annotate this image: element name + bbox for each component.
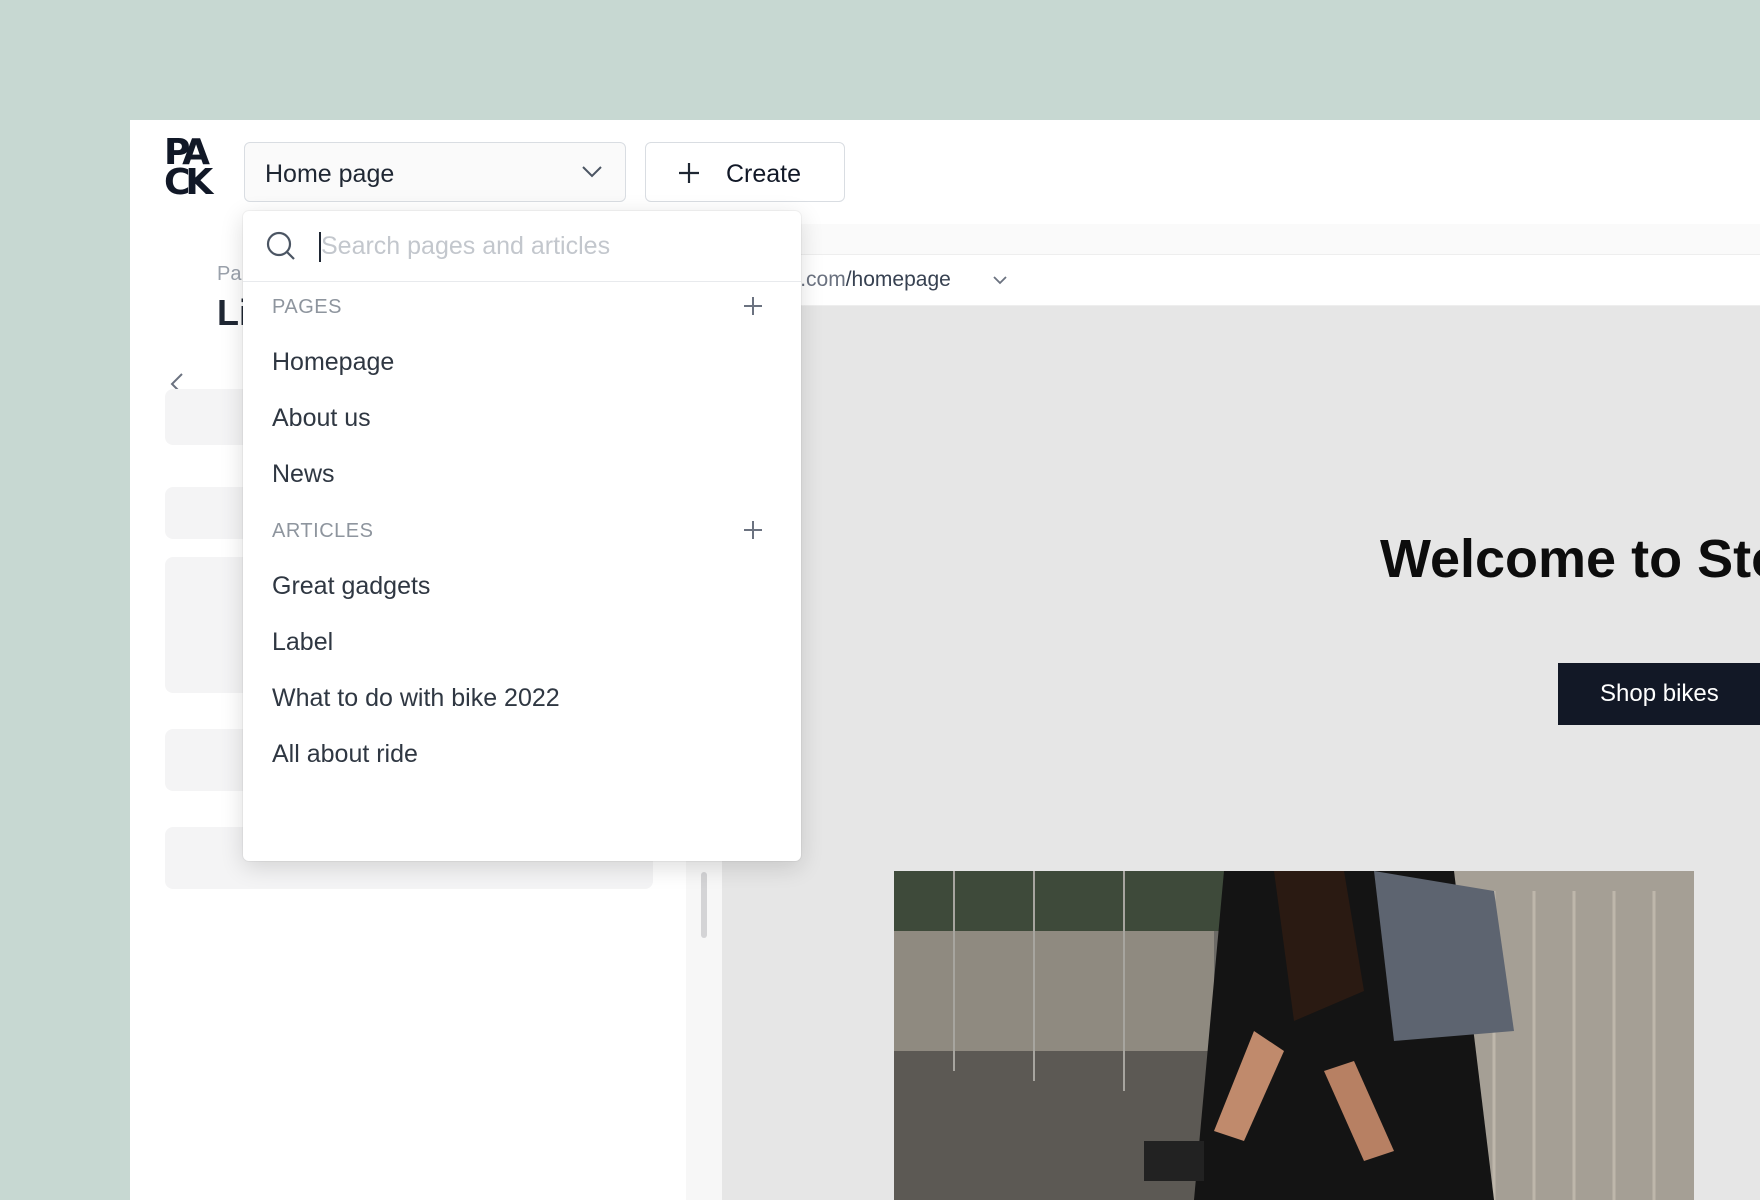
create-button[interactable]: Create	[645, 142, 845, 202]
page-select-dropdown[interactable]: Home page	[244, 142, 626, 202]
search-input[interactable]	[321, 229, 761, 263]
cyclist-photo	[894, 871, 1694, 1200]
add-page-plus-icon[interactable]	[743, 296, 763, 316]
page-item-homepage[interactable]: Homepage	[272, 348, 394, 377]
shop-bikes-button[interactable]: Shop bikes	[1558, 663, 1760, 725]
page-select-value: Home page	[265, 160, 395, 188]
article-item-label[interactable]: Label	[272, 628, 333, 657]
pages-section-header: PAGES	[272, 296, 342, 318]
page-item-about-us[interactable]: About us	[272, 404, 371, 433]
chevron-down-icon[interactable]	[992, 275, 1008, 285]
search-row	[243, 211, 801, 282]
scrollbar-thumb[interactable]	[701, 872, 707, 938]
app-window: PACK Home page Create Pa Li torefront.co…	[130, 120, 1760, 1200]
article-item-all-about-ride[interactable]: All about ride	[272, 740, 418, 769]
top-bar: PA CK Home page Create	[130, 120, 1760, 225]
add-article-plus-icon[interactable]	[743, 520, 763, 540]
url-path: /homepage	[845, 268, 951, 291]
preview-canvas: Welcome to Sto Shop bikes	[722, 306, 1760, 1200]
chevron-down-icon	[582, 166, 602, 178]
hero-title: Welcome to Sto	[1380, 529, 1760, 589]
article-item-bike-2022[interactable]: What to do with bike 2022	[272, 684, 560, 713]
plus-icon	[679, 163, 699, 183]
pack-logo[interactable]: PA CK	[164, 135, 220, 202]
url-bar[interactable]: torefront.com/homepage	[722, 254, 1760, 306]
hero-image	[894, 871, 1694, 1200]
breadcrumb[interactable]: Pa	[217, 263, 241, 286]
search-icon	[266, 231, 295, 260]
page-search-dropdown: PAGES Homepage About us News ARTICLES Gr…	[243, 211, 801, 861]
articles-section-header: ARTICLES	[272, 520, 374, 542]
page-item-news[interactable]: News	[272, 460, 335, 489]
preview-pane: torefront.com/homepage Welcome to Sto Sh…	[722, 224, 1760, 1200]
article-item-great-gadgets[interactable]: Great gadgets	[272, 572, 430, 601]
create-button-label: Create	[726, 160, 802, 188]
